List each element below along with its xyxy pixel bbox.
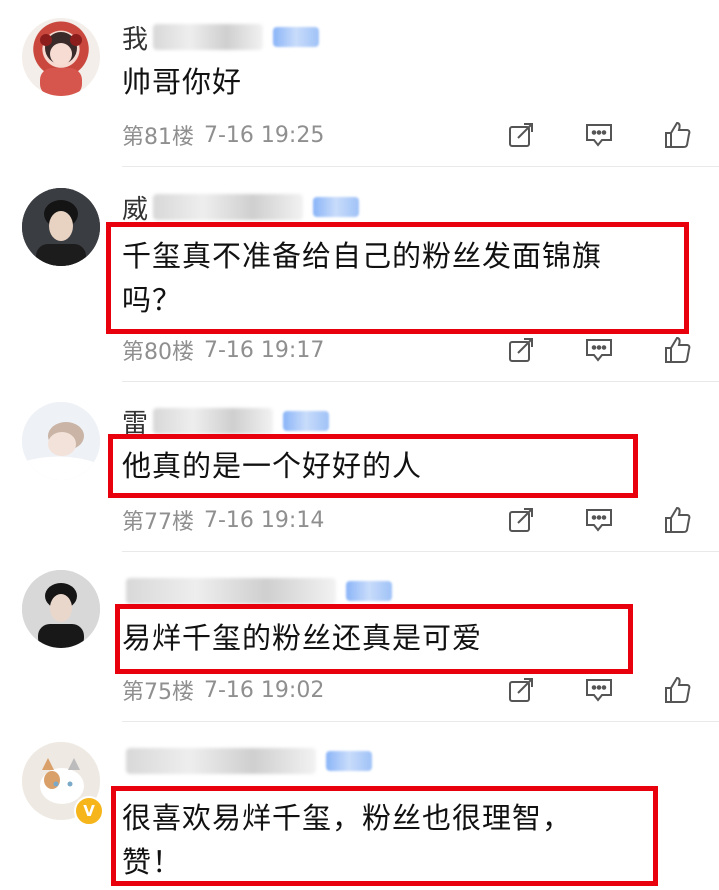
comment-actions [505,333,693,367]
username[interactable]: 雷 [122,403,149,440]
timestamp: 7-16 19:25 [204,122,325,148]
comment-text: 他真的是一个好好的人 [122,449,423,483]
username-redacted [126,748,316,774]
divider [122,721,719,722]
like-icon[interactable] [661,674,693,706]
username-row[interactable] [122,744,372,778]
verified-badge-icon: V [74,796,104,826]
username-row[interactable] [122,574,392,608]
forward-icon[interactable] [505,674,537,706]
timestamp: 7-16 19:14 [204,507,325,533]
floor-number: 第81楼 [122,125,194,150]
level-badge [346,581,392,601]
username-row[interactable]: 威 [122,189,360,226]
like-icon[interactable] [661,119,693,151]
comment-text-line1: 很喜欢易烊千玺，粉丝也很理智， [122,801,573,835]
comment-text: 易烊千玺的粉丝还真是可爱 [122,621,483,655]
username-redacted [153,24,264,50]
floor-number: 第75楼 [122,680,194,705]
comment-actions [505,118,693,152]
comment-text-line2: 赞！ [122,845,183,879]
comment-icon[interactable] [583,504,615,536]
username-redacted [126,578,336,604]
level-badge [273,27,320,47]
forward-icon[interactable] [505,504,537,536]
username[interactable]: 威 [122,189,149,226]
comment-actions [505,503,693,537]
avatar[interactable] [22,402,100,480]
comment-text-line1: 千玺真不准备给自己的粉丝发面锦旗 [122,239,603,273]
comment-text: 帅哥你好 [122,65,243,99]
username[interactable]: 我 [122,19,149,56]
username-row[interactable]: 雷 [122,403,330,440]
avatar[interactable] [22,570,100,648]
comment-icon[interactable] [583,674,615,706]
level-badge [283,411,330,431]
username-redacted [153,194,304,220]
level-badge [326,751,372,771]
forward-icon[interactable] [505,334,537,366]
floor-number: 第77楼 [122,510,194,535]
avatar[interactable] [22,18,100,96]
avatar[interactable] [22,188,100,266]
divider [122,166,719,167]
comment-icon[interactable] [583,334,615,366]
timestamp: 7-16 19:02 [204,677,325,703]
timestamp: 7-16 19:17 [204,337,325,363]
like-icon[interactable] [661,504,693,536]
divider [122,551,719,552]
comment-text-line2: 吗？ [122,283,183,317]
like-icon[interactable] [661,334,693,366]
comment-icon[interactable] [583,119,615,151]
username-redacted [153,408,274,434]
comment-actions [505,673,693,707]
username-row[interactable]: 我 [122,19,320,56]
floor-number: 第80楼 [122,340,194,365]
divider [122,381,719,382]
forward-icon[interactable] [505,119,537,151]
level-badge [313,197,360,217]
